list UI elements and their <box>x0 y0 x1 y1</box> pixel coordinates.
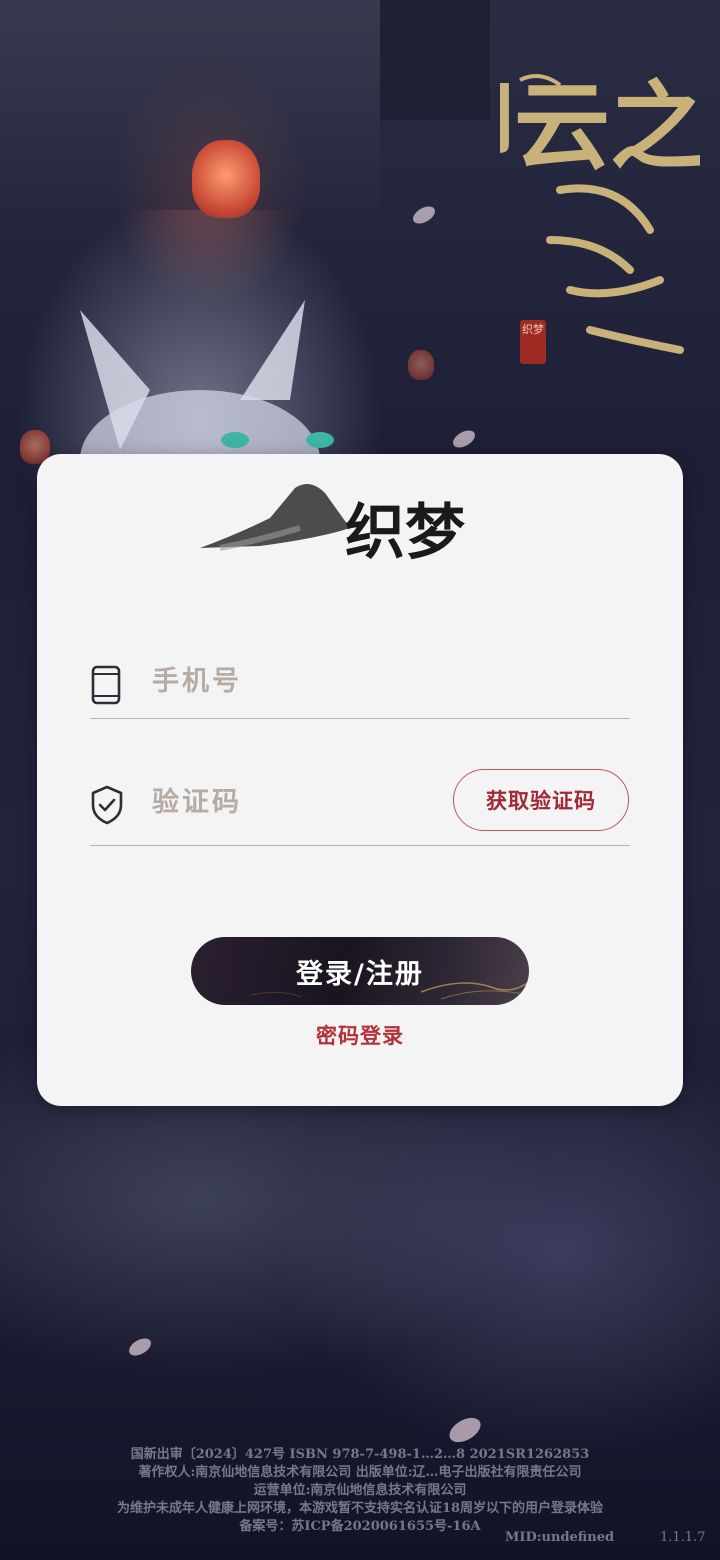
phone-field-row <box>90 638 630 719</box>
phone-icon <box>91 665 121 705</box>
seal-stamp: 织梦 <box>520 320 546 364</box>
title-char-1: 卿云之上 <box>500 70 700 183</box>
petal-art <box>445 1412 485 1448</box>
footer-line: 国新出审〔2024〕427号 ISBN 978-7-498-1…2…8 2021… <box>130 1447 590 1462</box>
petal-art <box>126 1334 154 1360</box>
version-label: 1.1.1.7 <box>660 1530 706 1545</box>
login-register-label: 登录/注册 <box>296 958 424 990</box>
get-code-button[interactable]: 获取验证码 <box>453 769 629 831</box>
legal-footer: 国新出审〔2024〕427号 ISBN 978-7-498-1…2…8 2021… <box>0 1446 720 1536</box>
lantern-art <box>192 140 260 218</box>
zhimeng-logo: 织梦 <box>200 484 465 568</box>
shield-check-icon <box>91 785 123 825</box>
login-screen: 卿云之上 织梦 织梦 获取验证码 登录/注册 密 <box>0 0 720 1560</box>
lantern-art <box>408 350 434 380</box>
background-window-art <box>0 0 380 210</box>
mid-label: MID:undefined <box>505 1530 615 1545</box>
petal-art <box>450 426 478 452</box>
login-register-button[interactable]: 登录/注册 <box>191 937 529 1005</box>
phone-input[interactable] <box>150 658 454 704</box>
verification-code-input[interactable] <box>150 779 414 825</box>
footer-line: 运营单位:南京仙地信息技术有限公司 <box>253 1483 467 1498</box>
logo-text: 织梦 <box>345 498 465 568</box>
petal-art <box>410 202 438 228</box>
footer-line: 著作权人:南京仙地信息技术有限公司 出版单位:辽…电子出版社有限责任公司 <box>138 1465 582 1480</box>
password-login-link[interactable]: 密码登录 <box>260 1020 460 1052</box>
background-pillar-art <box>380 0 490 120</box>
footer-line: 为维护未成年人健康上网环境，本游戏暂不支持实名认证18周岁以下的用户登录体验 <box>116 1501 604 1516</box>
